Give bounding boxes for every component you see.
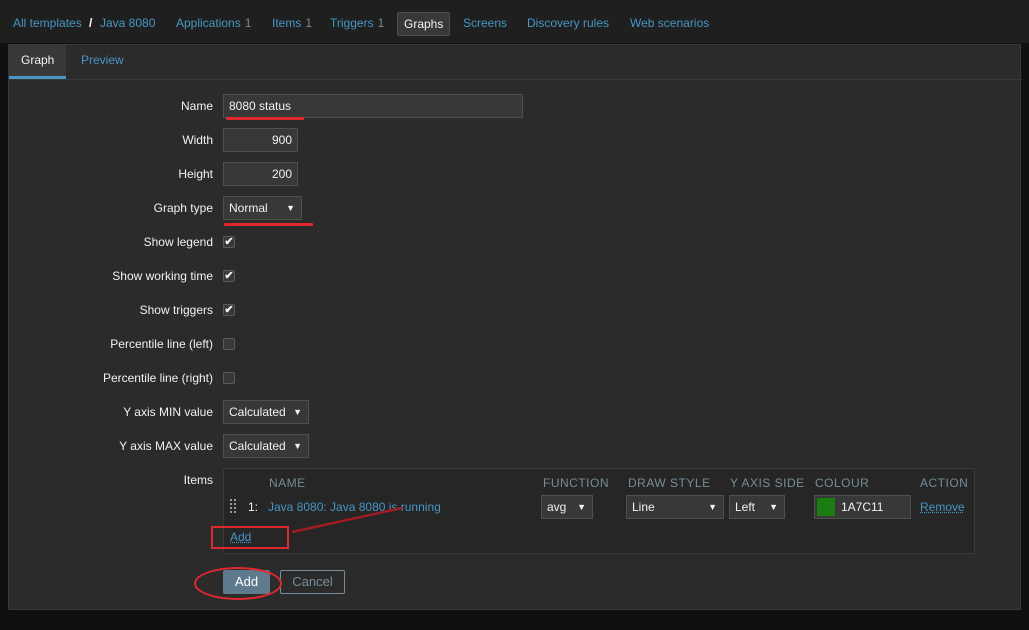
y-axis-min-value: Calculated [229, 405, 286, 419]
item-draw-style-value: Line [632, 500, 655, 514]
breadcrumb-all-templates[interactable]: All templates [13, 15, 82, 31]
subtab-graph[interactable]: Graph [9, 45, 67, 79]
item-function-select[interactable]: avg ▼ [541, 495, 593, 519]
tab-label: Items [272, 16, 302, 30]
item-row-name-link[interactable]: Java 8080: Java 8080 is running [268, 500, 441, 514]
breadcrumb-template[interactable]: Java 8080 [100, 15, 155, 31]
graph-type-value: Normal [229, 201, 268, 215]
height-input[interactable]: 200 [223, 162, 298, 186]
cancel-button[interactable]: Cancel [280, 570, 345, 594]
item-row-index: 1: [248, 500, 259, 514]
header-function: FUNCTION [543, 476, 609, 490]
tab-discovery-rules[interactable]: Discovery rules [527, 15, 609, 31]
item-y-axis-side-value: Left [735, 500, 756, 514]
tab-triggers[interactable]: Triggers 1 [330, 15, 384, 31]
graph-type-label: Graph type [153, 201, 213, 215]
tab-applications[interactable]: Applications 1 [176, 15, 251, 31]
chevron-down-icon: ▼ [286, 203, 295, 213]
breadcrumb-separator: / [89, 16, 93, 30]
item-remove-link[interactable]: Remove [920, 500, 965, 514]
header-draw-style: DRAW STYLE [628, 476, 711, 490]
width-input[interactable]: 900 [223, 128, 298, 152]
top-navigation: All templates / Java 8080 Applications 1 … [0, 0, 1029, 44]
tab-label: Applications [176, 16, 241, 30]
item-draw-style-select[interactable]: Line ▼ [626, 495, 724, 519]
percentile-right-checkbox[interactable] [223, 372, 235, 384]
annotation-circle-add-button [194, 567, 282, 600]
tab-count: 1 [305, 16, 313, 30]
chevron-down-icon: ▼ [293, 407, 302, 417]
tab-web-scenarios[interactable]: Web scenarios [630, 15, 709, 31]
subtab-preview[interactable]: Preview [69, 45, 136, 79]
colour-swatch[interactable] [817, 498, 835, 516]
items-table: NAME FUNCTION DRAW STYLE Y AXIS SIDE COL… [223, 468, 975, 554]
y-axis-min-label: Y axis MIN value [123, 405, 213, 419]
tab-label: Triggers [330, 16, 374, 30]
y-axis-max-value: Calculated [229, 439, 286, 453]
graph-type-select[interactable]: Normal ▼ [223, 196, 302, 220]
annotation-underline-graph-type [224, 223, 313, 226]
y-axis-max-select[interactable]: Calculated ▼ [223, 434, 309, 458]
tab-items[interactable]: Items 1 [272, 15, 312, 31]
item-function-value: avg [547, 500, 567, 514]
name-label: Name [180, 99, 213, 113]
items-label: Items [183, 473, 213, 487]
show-triggers-checkbox[interactable]: ✔ [223, 304, 235, 316]
drag-handle-icon[interactable] [230, 499, 238, 515]
header-y-axis-side: Y AXIS SIDE [730, 476, 805, 490]
item-colour-input[interactable]: 1A7C11 [814, 495, 911, 519]
percentile-left-label: Percentile line (left) [110, 337, 213, 351]
header-action: ACTION [920, 476, 969, 490]
show-triggers-label: Show triggers [139, 303, 213, 317]
show-legend-label: Show legend [143, 235, 213, 249]
chevron-down-icon: ▼ [708, 502, 717, 512]
chevron-down-icon: ▼ [769, 502, 778, 512]
show-legend-checkbox[interactable]: ✔ [223, 236, 235, 248]
chevron-down-icon: ▼ [293, 441, 302, 451]
name-input[interactable]: 8080 status [223, 94, 523, 118]
tab-count: 1 [244, 16, 252, 30]
tab-screens[interactable]: Screens [463, 15, 507, 31]
show-working-time-label: Show working time [112, 269, 213, 283]
item-colour-value: 1A7C11 [841, 500, 884, 514]
y-axis-max-label: Y axis MAX value [119, 439, 213, 453]
percentile-left-checkbox[interactable] [223, 338, 235, 350]
tab-graphs[interactable]: Graphs [397, 12, 451, 36]
height-label: Height [178, 167, 213, 181]
form-subtabs: Graph Preview [9, 45, 1022, 80]
header-colour: COLOUR [815, 476, 870, 490]
width-label: Width [182, 133, 213, 147]
item-y-axis-side-select[interactable]: Left ▼ [729, 495, 785, 519]
annotation-box-add-link [211, 526, 289, 549]
chevron-down-icon: ▼ [577, 502, 586, 512]
annotation-underline-name [226, 117, 304, 120]
tab-count: 1 [377, 16, 385, 30]
show-working-time-checkbox[interactable]: ✔ [223, 270, 235, 282]
header-name: NAME [269, 476, 306, 490]
y-axis-min-select[interactable]: Calculated ▼ [223, 400, 309, 424]
percentile-right-label: Percentile line (right) [102, 371, 213, 385]
